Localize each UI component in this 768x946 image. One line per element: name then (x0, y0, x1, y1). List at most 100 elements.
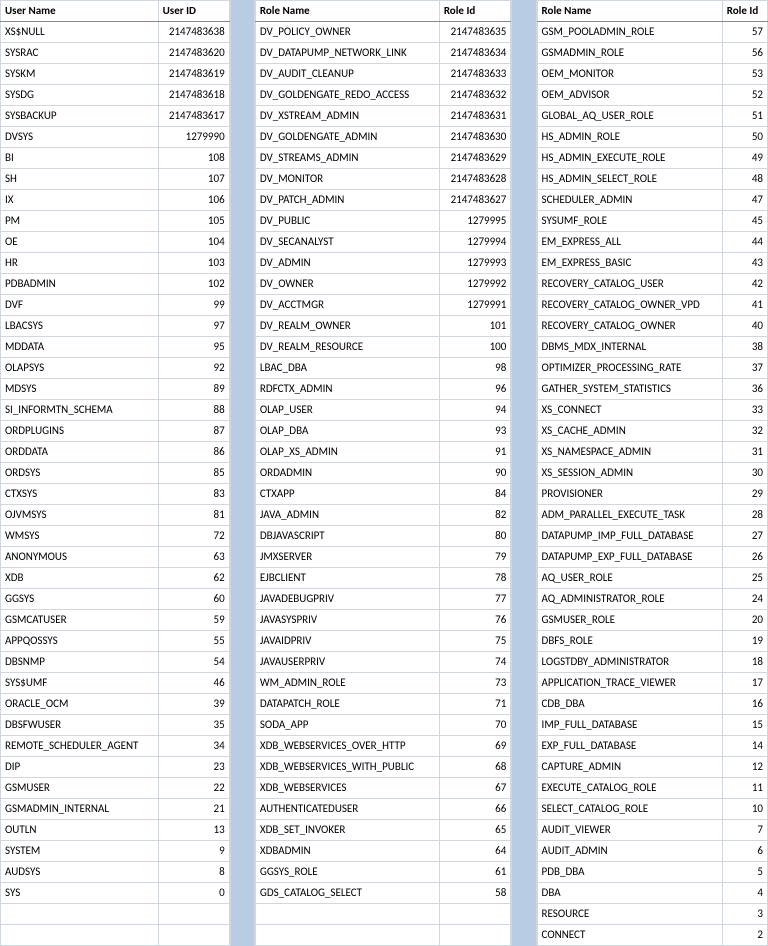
cell-name[interactable]: LBAC_DBA (255, 358, 439, 379)
cell-name[interactable]: AUDIT_VIEWER (537, 820, 722, 841)
cell-id[interactable]: 3 (722, 904, 767, 925)
cell-name[interactable]: SYSKM (1, 64, 159, 85)
cell-name[interactable]: DV_MONITOR (255, 169, 439, 190)
cell-name[interactable]: DIP (1, 757, 159, 778)
cell-name[interactable]: CONNECT (537, 925, 722, 946)
cell-id[interactable]: 2147483627 (439, 190, 511, 211)
cell-name[interactable]: PM (1, 211, 159, 232)
cell-id[interactable]: 46 (158, 673, 229, 694)
cell-name[interactable]: HS_ADMIN_EXECUTE_ROLE (537, 148, 722, 169)
table-row[interactable]: RECOVERY_CATALOG_OWNER_VPD41 (537, 295, 767, 316)
table-row[interactable]: DV_GOLDENGATE_ADMIN2147483630 (255, 127, 510, 148)
cell-id[interactable]: 104 (158, 232, 229, 253)
cell-name[interactable]: XS_CACHE_ADMIN (537, 421, 722, 442)
cell-name[interactable]: CTXSYS (1, 484, 159, 505)
table-row[interactable]: EXECUTE_CATALOG_ROLE11 (537, 778, 767, 799)
cell-name[interactable]: DV_GOLDENGATE_REDO_ACCESS (255, 85, 439, 106)
table-row[interactable]: SYSTEM9 (1, 841, 230, 862)
cell-name[interactable]: DV_REALM_RESOURCE (255, 337, 439, 358)
cell-id[interactable]: 13 (158, 820, 229, 841)
cell-id[interactable]: 48 (722, 169, 767, 190)
cell-id[interactable]: 87 (158, 421, 229, 442)
cell-name[interactable]: SYSBACKUP (1, 106, 159, 127)
table-row[interactable]: ORDPLUGINS87 (1, 421, 230, 442)
cell-name[interactable]: DBSFWUSER (1, 715, 159, 736)
table-row[interactable]: BI108 (1, 148, 230, 169)
table-row[interactable]: DBJAVASCRIPT80 (255, 526, 510, 547)
table-row[interactable]: XS_NAMESPACE_ADMIN31 (537, 442, 767, 463)
cell-id[interactable]: 59 (158, 610, 229, 631)
cell-name[interactable]: DVF (1, 295, 159, 316)
table-row[interactable]: GGSYS_ROLE61 (255, 862, 510, 883)
cell-id[interactable]: 30 (722, 463, 767, 484)
cell-id[interactable]: 24 (722, 589, 767, 610)
cell-id[interactable]: 89 (158, 379, 229, 400)
cell-name[interactable]: DV_POLICY_OWNER (255, 22, 439, 43)
cell-id[interactable]: 105 (158, 211, 229, 232)
cell-name[interactable]: SCHEDULER_ADMIN (537, 190, 722, 211)
cell-name[interactable]: XDB_WEBSERVICES_WITH_PUBLIC (255, 757, 439, 778)
cell-id[interactable]: 6 (722, 841, 767, 862)
table-row[interactable]: OEM_ADVISOR52 (537, 85, 767, 106)
cell-name[interactable]: EXECUTE_CATALOG_ROLE (537, 778, 722, 799)
empty-row[interactable] (1, 925, 230, 946)
cell-id[interactable]: 22 (158, 778, 229, 799)
cell-id[interactable]: 2147483628 (439, 169, 511, 190)
table-row[interactable]: SYS$UMF46 (1, 673, 230, 694)
cell-id[interactable]: 103 (158, 253, 229, 274)
cell-name[interactable]: DV_AUDIT_CLEANUP (255, 64, 439, 85)
table-row[interactable]: OEM_MONITOR53 (537, 64, 767, 85)
cell-id[interactable]: 99 (158, 295, 229, 316)
table-row[interactable]: DV_GOLDENGATE_REDO_ACCESS2147483632 (255, 85, 510, 106)
table-row[interactable]: SODA_APP70 (255, 715, 510, 736)
cell-name[interactable]: MDSYS (1, 379, 159, 400)
cell-name[interactable]: SH (1, 169, 159, 190)
cell-id[interactable]: 2147483631 (439, 106, 511, 127)
cell-name[interactable]: ORDPLUGINS (1, 421, 159, 442)
cell-name[interactable]: RECOVERY_CATALOG_USER (537, 274, 722, 295)
cell-id[interactable]: 25 (722, 568, 767, 589)
cell-id[interactable]: 71 (439, 694, 511, 715)
cell-id[interactable]: 12 (722, 757, 767, 778)
cell-name[interactable]: GSMUSER (1, 778, 159, 799)
cell-name[interactable]: MDDATA (1, 337, 159, 358)
table-row[interactable]: DV_POLICY_OWNER2147483635 (255, 22, 510, 43)
cell-id[interactable]: 82 (439, 505, 511, 526)
cell-name[interactable]: DBSNMP (1, 652, 159, 673)
cell-name[interactable]: OUTLN (1, 820, 159, 841)
cell-id[interactable]: 10 (722, 799, 767, 820)
cell-id[interactable]: 42 (722, 274, 767, 295)
cell-id[interactable]: 52 (722, 85, 767, 106)
cell-name[interactable]: ORDADMIN (255, 463, 439, 484)
cell-name[interactable]: DVSYS (1, 127, 159, 148)
cell-id[interactable]: 2147483619 (158, 64, 229, 85)
table-row[interactable]: HR103 (1, 253, 230, 274)
table-row[interactable]: GSM_POOLADMIN_ROLE57 (537, 22, 767, 43)
table-row[interactable]: DV_DATAPUMP_NETWORK_LINK2147483634 (255, 43, 510, 64)
table-row[interactable]: APPQOSSYS55 (1, 631, 230, 652)
cell-id[interactable]: 64 (439, 841, 511, 862)
table-row[interactable]: WM_ADMIN_ROLE73 (255, 673, 510, 694)
cell-id[interactable]: 26 (722, 547, 767, 568)
cell-id[interactable]: 63 (158, 547, 229, 568)
cell-id[interactable]: 80 (439, 526, 511, 547)
cell-name[interactable]: OEM_ADVISOR (537, 85, 722, 106)
cell-name[interactable]: HS_ADMIN_ROLE (537, 127, 722, 148)
cell-id[interactable]: 1279992 (439, 274, 511, 295)
cell-id[interactable]: 2147483630 (439, 127, 511, 148)
cell-name[interactable]: EXP_FULL_DATABASE (537, 736, 722, 757)
cell-id[interactable]: 73 (439, 673, 511, 694)
cell-id[interactable]: 66 (439, 799, 511, 820)
cell-id[interactable]: 79 (439, 547, 511, 568)
table-row[interactable]: ORDADMIN90 (255, 463, 510, 484)
cell-id[interactable]: 18 (722, 652, 767, 673)
cell-name[interactable]: EJBCLIENT (255, 568, 439, 589)
cell-id[interactable]: 40 (722, 316, 767, 337)
cell-name[interactable]: DV_ACCTMGR (255, 295, 439, 316)
table-row[interactable]: AUTHENTICATEDUSER66 (255, 799, 510, 820)
table-row[interactable]: XDB62 (1, 568, 230, 589)
table-row[interactable]: DBMS_MDX_INTERNAL38 (537, 337, 767, 358)
cell-id[interactable]: 83 (158, 484, 229, 505)
cell-name[interactable]: OJVMSYS (1, 505, 159, 526)
table-row[interactable]: EM_EXPRESS_ALL44 (537, 232, 767, 253)
